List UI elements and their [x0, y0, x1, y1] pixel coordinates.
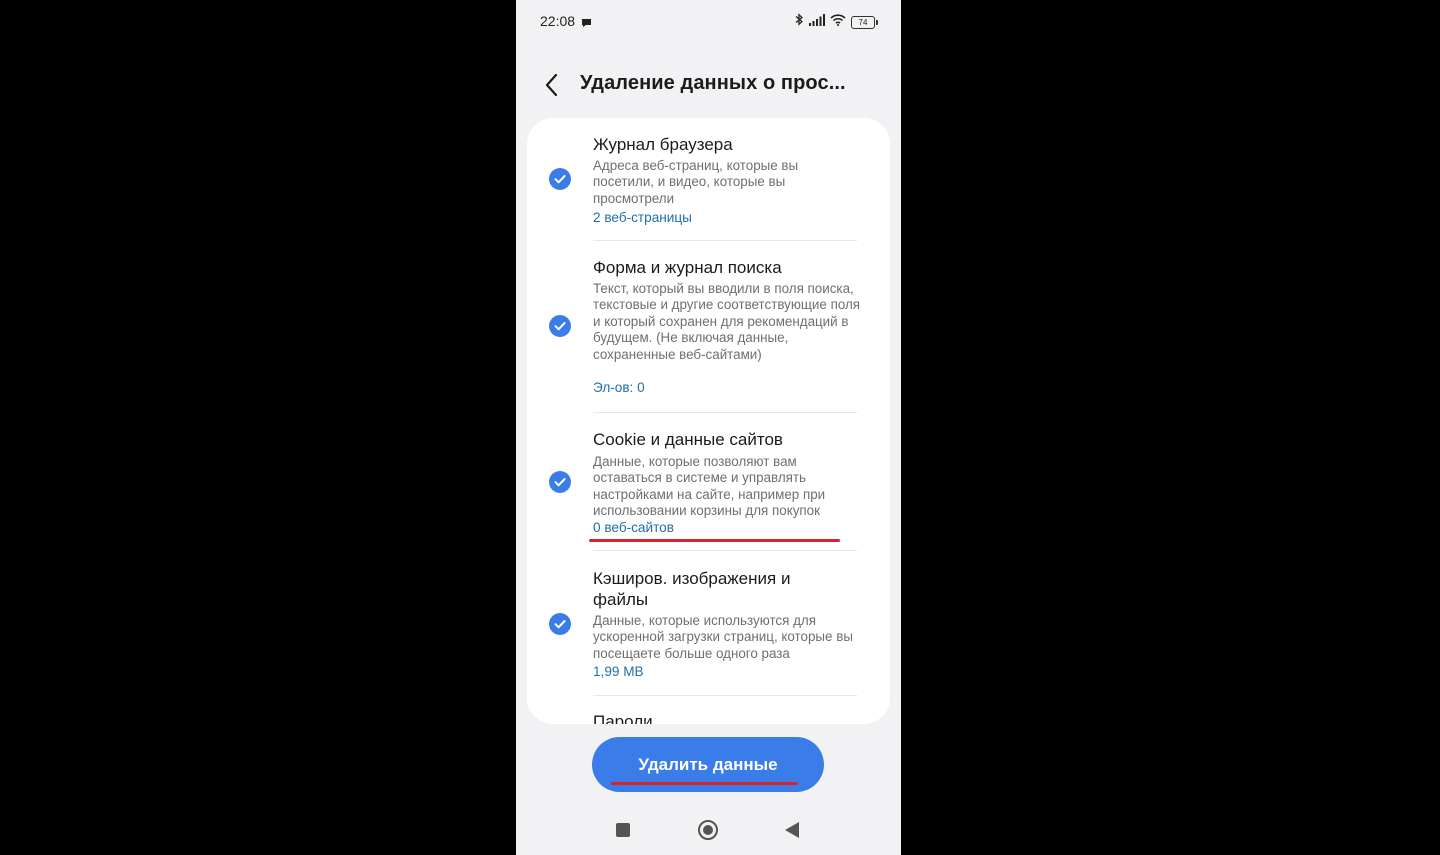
recent-apps-button[interactable] — [615, 822, 631, 843]
square-icon — [616, 823, 630, 837]
bluetooth-icon — [795, 13, 804, 31]
wifi-icon — [830, 13, 846, 31]
option-count: 0 веб-сайтов — [593, 520, 674, 535]
option-passwords[interactable]: Пароли — [527, 696, 890, 724]
option-description: Адреса веб-страниц, которые вы посетили,… — [593, 158, 799, 206]
checkbox-checked-icon[interactable] — [549, 471, 571, 493]
back-arrow-icon — [545, 73, 558, 97]
back-nav-button[interactable] — [784, 821, 800, 844]
red-highlight-underline — [589, 539, 840, 542]
option-cached-files[interactable]: Кэширов. изображения и файлы Данные, кот… — [527, 551, 890, 695]
red-highlight-underline — [611, 782, 798, 785]
option-count: Эл-ов: 0 — [593, 380, 645, 395]
checkbox-checked-icon[interactable] — [549, 315, 571, 337]
back-button[interactable] — [540, 70, 566, 100]
circle-icon — [698, 820, 718, 840]
delete-button-label: Удалить данные — [638, 754, 778, 774]
option-description: Данные, которые позволяют вам оставаться… — [593, 454, 826, 519]
checkbox-checked-icon[interactable] — [549, 613, 571, 635]
checkbox-checked-icon[interactable] — [549, 168, 571, 190]
phone-screen: 22:08 74 Удаление данных о прос... Журна… — [516, 0, 901, 855]
option-title: Пароли — [593, 712, 653, 724]
option-count: 2 веб-страницы — [593, 210, 692, 225]
option-title: Журнал браузера — [593, 135, 733, 154]
option-title: Cookie и данные сайтов — [593, 430, 783, 449]
battery-icon: 74 — [851, 15, 878, 29]
status-icons: 74 — [795, 13, 878, 31]
option-cookies[interactable]: Cookie и данные сайтов Данные, которые п… — [527, 413, 890, 550]
page-title: Удаление данных о прос... — [580, 72, 846, 94]
option-description: Данные, которые используются для ускорен… — [593, 613, 853, 661]
option-count: 1,99 MB — [593, 664, 644, 679]
options-card: Журнал браузера Адреса веб-страниц, кото… — [527, 118, 890, 724]
signal-icon — [809, 13, 825, 31]
option-search-history[interactable]: Форма и журнал поиска Текст, который вы … — [527, 241, 890, 411]
option-title: Форма и журнал поиска — [593, 258, 782, 277]
option-description: Текст, который вы вводили в поля поиска,… — [593, 281, 861, 362]
status-bar: 22:08 74 — [516, 0, 901, 42]
header: Удаление данных о прос... — [516, 62, 901, 108]
navigation-bar — [516, 810, 901, 850]
home-button[interactable] — [697, 819, 719, 846]
status-time: 22:08 — [540, 13, 576, 29]
message-icon — [581, 15, 592, 33]
triangle-back-icon — [785, 822, 799, 838]
option-browser-history[interactable]: Журнал браузера Адреса веб-страниц, кото… — [527, 118, 890, 240]
option-title: Кэширов. изображения и файлы — [593, 569, 791, 609]
